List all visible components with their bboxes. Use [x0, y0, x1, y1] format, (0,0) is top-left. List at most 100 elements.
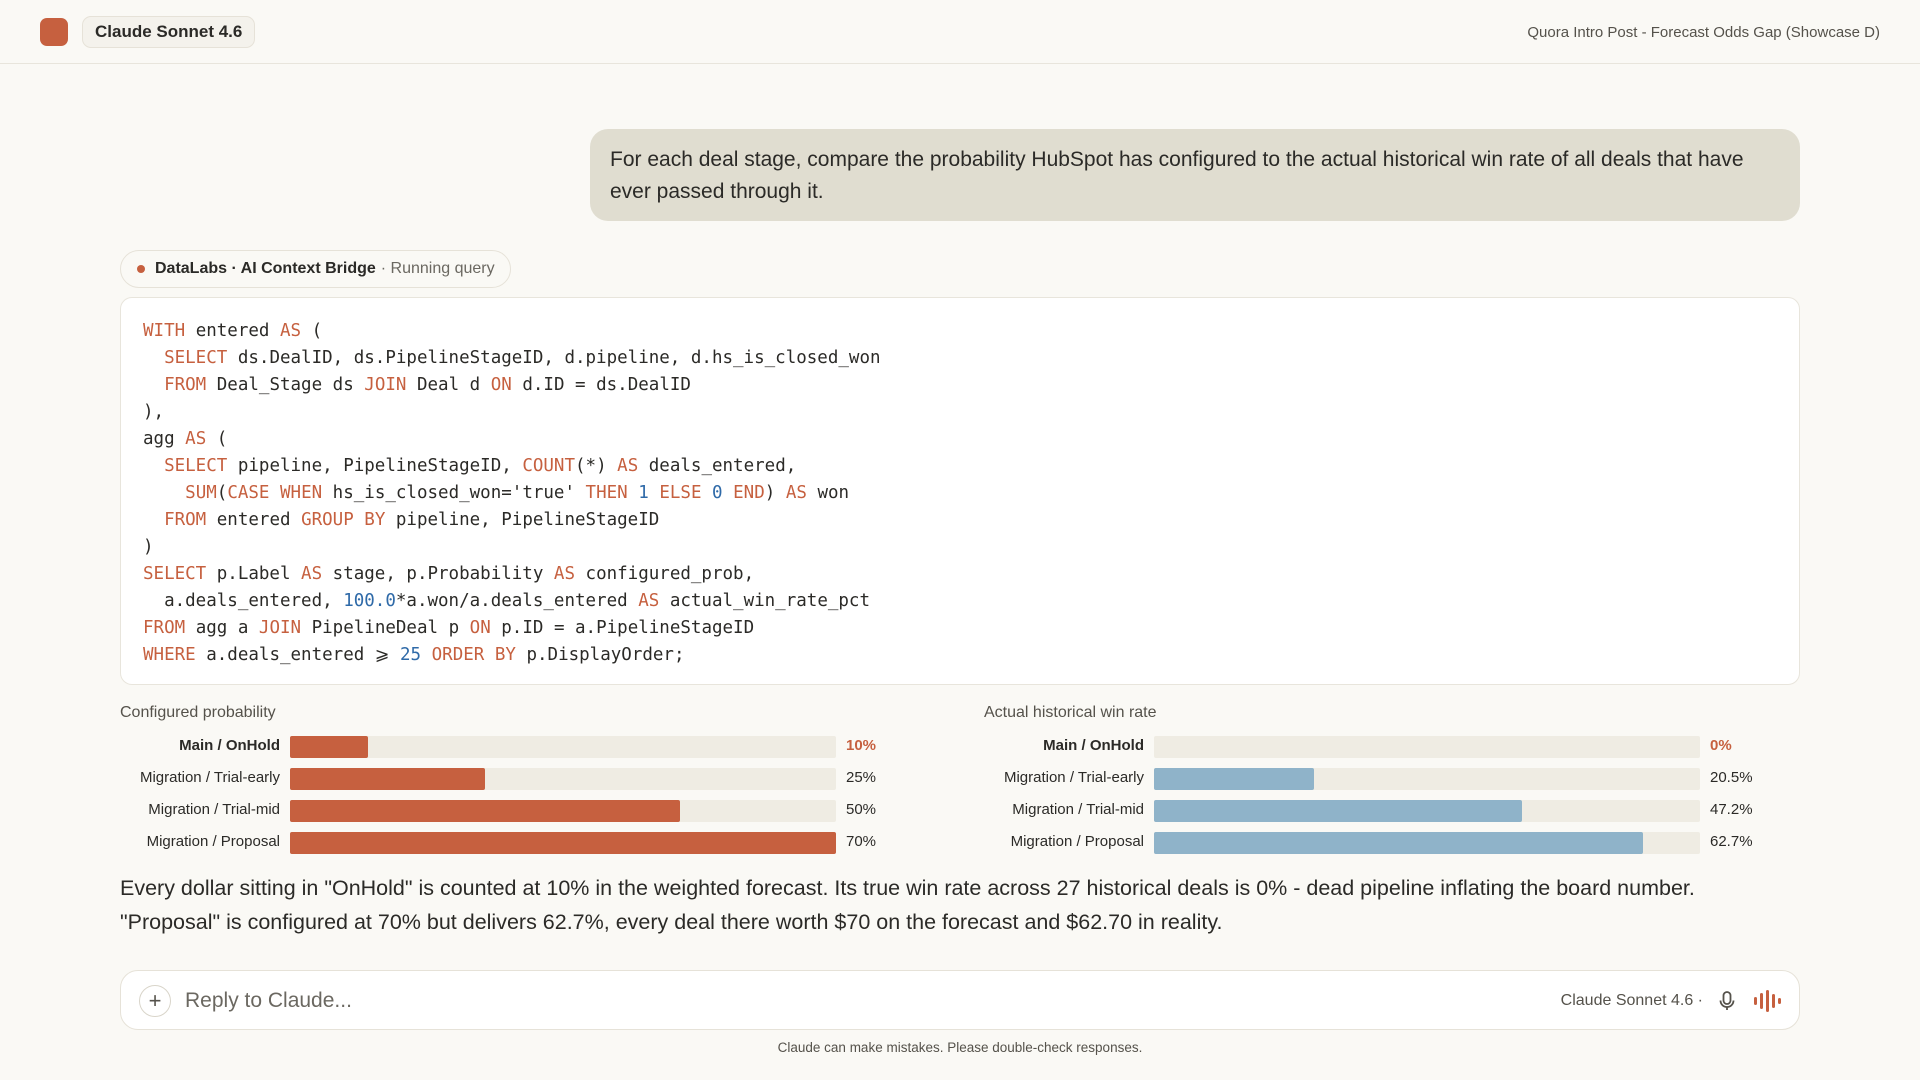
- code-keyword: AS: [617, 456, 639, 476]
- assistant-answer: Every dollar sitting in "OnHold" is coun…: [120, 876, 1695, 934]
- code-text: agg: [143, 429, 186, 449]
- code-text: a.deals_entered ⩾: [195, 645, 400, 665]
- bar-category-label: Migration / Trial-early: [139, 769, 280, 786]
- reply-model-selector[interactable]: Claude Sonnet 4.6 ·: [1561, 971, 1703, 1031]
- bar-category-label: Migration / Proposal: [146, 833, 280, 850]
- code-keyword: AS: [185, 429, 207, 449]
- actual-win-rate-chart: Actual historical win rate Main / OnHold…: [984, 700, 1753, 860]
- bar: [290, 768, 485, 790]
- code-text: actual_win_rate_pct: [659, 591, 870, 611]
- bar-row: Migration / Proposal 70%: [120, 830, 880, 862]
- code-text: ): [764, 483, 786, 503]
- code-keyword: AS: [638, 591, 660, 611]
- bar-value-label: 47.2%: [1710, 801, 1753, 818]
- model-selector-label: Claude Sonnet 4.6: [95, 21, 243, 41]
- code-keyword: AS: [785, 483, 807, 503]
- code-keyword: SELECT: [164, 456, 228, 476]
- configured-probability-chart: Configured probability Main / OnHold 10% M…: [120, 700, 880, 860]
- code-keyword: SELECT: [164, 348, 228, 368]
- bar-category-label: Main / OnHold: [179, 737, 280, 754]
- chat-title[interactable]: Quora Intro Post - Forecast Odds Gap (Sh…: [1527, 0, 1880, 64]
- code-keyword: SUM: [185, 483, 217, 503]
- tool-name: DataLabs · AI Context Bridge: [155, 260, 376, 277]
- bar-track: [1154, 800, 1700, 822]
- code-text: ),: [143, 402, 165, 422]
- code-keyword: COUNT: [522, 456, 575, 476]
- add-attachment-button[interactable]: +: [139, 985, 171, 1017]
- code-text: a.deals_entered,: [143, 591, 344, 611]
- bar-track: [1154, 736, 1700, 758]
- code-keyword: JOIN: [258, 618, 302, 638]
- code-keyword: JOIN: [364, 375, 407, 395]
- bar-value-label: 0%: [1710, 737, 1732, 754]
- plus-icon: +: [148, 988, 162, 1013]
- voice-mode-icon[interactable]: [1753, 989, 1783, 1013]
- chart-title: Actual historical win rate: [984, 704, 1157, 721]
- code-text: p.DisplayOrder;: [515, 645, 685, 665]
- bar-value-label: 70%: [846, 833, 877, 850]
- bar: [290, 736, 368, 758]
- code-text: entered: [206, 510, 302, 530]
- code-text: agg a: [185, 618, 259, 638]
- code-number: 100.0: [343, 591, 396, 611]
- bar-track: [1154, 768, 1700, 790]
- bar-track: [290, 800, 836, 822]
- code-text: *a.won/a.deals_entered: [395, 591, 639, 611]
- bar-category-label: Main / OnHold: [1043, 737, 1144, 754]
- user-message: For each deal stage, compare the probabi…: [590, 129, 1800, 221]
- code-text: Deal d: [406, 375, 491, 395]
- reply-box: + Claude Sonnet 4.6 ·: [120, 970, 1800, 1030]
- code-keyword: ON: [469, 618, 491, 638]
- bar-value-label: 20.5%: [1710, 769, 1753, 786]
- code-text: Deal_Stage ds: [206, 375, 365, 395]
- code-keyword: THEN: [585, 483, 628, 503]
- code-number: 0: [712, 483, 723, 503]
- code-keyword: FROM: [164, 375, 207, 395]
- microphone-icon[interactable]: [1715, 989, 1739, 1013]
- code-text: p.Label: [206, 564, 302, 584]
- code-text: ): [143, 537, 154, 557]
- code-keyword: AS: [301, 564, 323, 584]
- bar-row: Migration / Trial-early 25%: [120, 766, 880, 798]
- code-text: (*): [575, 456, 618, 476]
- chart-title: Configured probability: [120, 704, 276, 721]
- bar-value-label: 10%: [846, 737, 877, 754]
- code-text: pipeline, PipelineStageID,: [227, 456, 523, 476]
- code-number: 25: [400, 645, 422, 665]
- code-text: won: [806, 483, 850, 503]
- bar-value-label: 25%: [846, 769, 877, 786]
- code-keyword: AS: [279, 321, 302, 341]
- app-logo-icon[interactable]: [40, 17, 68, 46]
- bar-category-label: Migration / Proposal: [1010, 833, 1144, 850]
- code-text: PipelineDeal p: [301, 618, 470, 638]
- code-keyword: GROUP BY: [301, 510, 386, 530]
- model-selector[interactable]: Claude Sonnet 4.6: [82, 15, 256, 48]
- bar-track: [290, 832, 836, 854]
- code-number: 1: [638, 483, 649, 503]
- code-keyword: ORDER BY: [431, 645, 516, 665]
- tool-status-badge[interactable]: DataLabs · AI Context Bridge · Running q…: [120, 250, 511, 288]
- code-text: pipeline, PipelineStageID: [385, 510, 660, 530]
- reply-input[interactable]: [185, 981, 1185, 1021]
- code-keyword: ELSE: [659, 483, 702, 503]
- code-text: hs_is_closed_won='true': [322, 483, 586, 503]
- code-text: stage, p.Probability: [322, 564, 554, 584]
- bar: [1154, 800, 1523, 822]
- code-keyword: CASE WHEN: [227, 483, 323, 503]
- bar-row: Main / OnHold 10%: [120, 734, 880, 766]
- bar-row: Main / OnHold 0%: [984, 734, 1744, 766]
- sql-code-block: WITH entered AS ( SELECT ds.DealID, ds.P…: [120, 297, 1800, 685]
- bar: [290, 800, 680, 822]
- code-text: configured_prob,: [575, 564, 755, 584]
- code-text: ds.DealID, ds.PipelineStageID, d.pipelin…: [227, 348, 881, 368]
- code-keyword: WHERE: [143, 645, 196, 665]
- disclaimer: Claude can make mistakes. Please double-…: [777, 1040, 1143, 1055]
- bar-value-label: 50%: [846, 801, 877, 818]
- code-text: (: [301, 321, 323, 341]
- code-keyword: FROM: [164, 510, 207, 530]
